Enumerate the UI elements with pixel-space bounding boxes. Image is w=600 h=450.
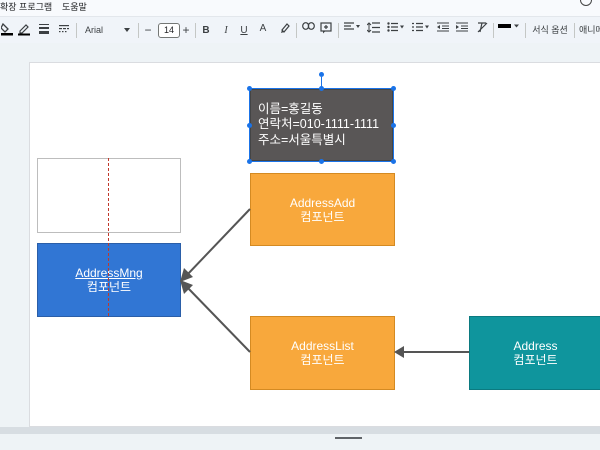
- resize-handle[interactable]: [319, 159, 324, 164]
- arrow-add-to-mng[interactable]: [185, 208, 251, 277]
- resize-handle[interactable]: [247, 123, 252, 128]
- connector-arrows: [180, 208, 469, 358]
- arrow-list-to-mng[interactable]: [185, 285, 251, 353]
- arrowhead-address-to-list: [394, 346, 404, 358]
- resize-handle[interactable]: [247, 86, 252, 91]
- speaker-notes-bar: [0, 434, 600, 450]
- resize-handle[interactable]: [391, 86, 396, 91]
- notes-drag-handle[interactable]: [335, 437, 362, 439]
- resize-handle[interactable]: [319, 86, 324, 91]
- resize-handle[interactable]: [391, 159, 396, 164]
- rotate-handle[interactable]: [319, 72, 324, 77]
- resize-handle[interactable]: [391, 123, 396, 128]
- resize-handle[interactable]: [247, 159, 252, 164]
- horizontal-scrollbar[interactable]: [0, 427, 600, 434]
